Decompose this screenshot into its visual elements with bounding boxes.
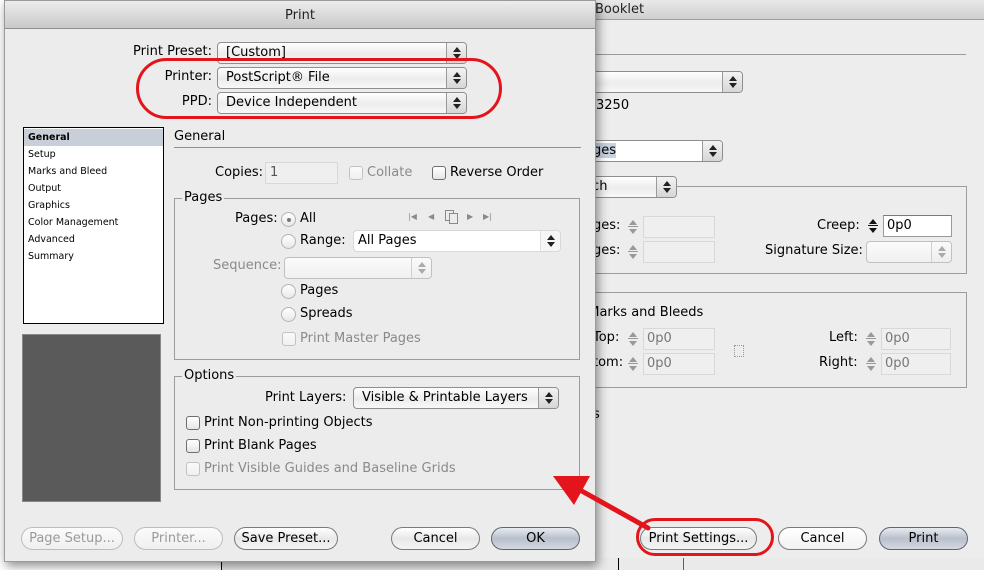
pages-label: Pages: xyxy=(235,211,278,226)
stepper-arrows-icon[interactable] xyxy=(625,353,641,375)
category-list: General Setup Marks and Bleed Output Gra… xyxy=(23,127,164,324)
signature-size-select[interactable] xyxy=(866,241,952,263)
stepper-arrows-icon[interactable] xyxy=(863,328,879,350)
cancel-button[interactable]: Cancel xyxy=(391,527,480,550)
next-page-icon[interactable]: ▶ xyxy=(467,212,473,222)
booklet-cancel-button[interactable]: Cancel xyxy=(778,527,867,550)
select-arrows-icon xyxy=(656,177,676,197)
left-stepper[interactable]: 0p0 xyxy=(863,328,951,350)
spacing-label-2: ges: xyxy=(593,243,621,258)
left-label: Left: xyxy=(829,330,858,345)
stepper-arrows-icon[interactable] xyxy=(863,353,879,375)
creep-stepper[interactable]: 0p0 xyxy=(865,215,952,237)
creep-field[interactable]: 0p0 xyxy=(883,215,952,237)
stepper-arrows-icon[interactable] xyxy=(625,241,641,263)
print-non-printing-checkbox[interactable] xyxy=(186,416,200,430)
pages-all-radio[interactable] xyxy=(281,212,296,227)
sequence-select[interactable] xyxy=(284,257,432,279)
spreads-option-label: Spreads xyxy=(300,306,353,321)
printer-button[interactable]: Printer... xyxy=(134,527,223,550)
general-section-title: General xyxy=(174,129,226,144)
select-arrows-icon xyxy=(540,231,560,251)
marks-and-bleeds-title: t Marks and Bleeds xyxy=(579,305,704,320)
top-label: Top: xyxy=(593,330,620,345)
collate-checkbox[interactable] xyxy=(349,166,363,180)
category-general[interactable]: General xyxy=(24,129,163,146)
print-non-printing-label: Print Non-printing Objects xyxy=(204,415,373,430)
booklet-window-title: Booklet xyxy=(595,2,645,17)
print-button[interactable]: Print xyxy=(879,527,968,550)
bottom-label: tom: xyxy=(593,355,624,370)
pages-group-title: Pages xyxy=(182,190,225,205)
collate-label: Collate xyxy=(367,165,413,180)
category-color-management[interactable]: Color Management xyxy=(24,214,163,231)
spacing-stepper-1[interactable] xyxy=(625,216,715,238)
stepper-arrows-icon[interactable] xyxy=(625,328,641,350)
reverse-order-checkbox[interactable] xyxy=(432,166,446,180)
print-settings-highlight xyxy=(636,518,774,556)
first-page-icon[interactable]: |◀ xyxy=(408,212,417,222)
ok-button[interactable]: OK xyxy=(491,527,580,550)
category-marks-and-bleed[interactable]: Marks and Bleed xyxy=(24,163,163,180)
print-master-pages-label: Print Master Pages xyxy=(300,331,421,346)
stepper-arrows-icon[interactable] xyxy=(625,216,641,238)
right-label: Right: xyxy=(819,355,858,370)
page-range-combo[interactable]: All Pages xyxy=(353,230,561,252)
select-arrows-icon xyxy=(411,258,431,278)
reverse-order-label: Reverse Order xyxy=(450,165,544,180)
print-blank-pages-label: Print Blank Pages xyxy=(204,438,317,453)
category-graphics[interactable]: Graphics xyxy=(24,197,163,214)
print-layers-label: Print Layers: xyxy=(265,390,347,405)
sequence-label: Sequence: xyxy=(213,258,282,273)
select-arrows-icon xyxy=(722,72,742,92)
print-preset-label: Print Preset: xyxy=(133,44,212,59)
pages-option-label: Pages xyxy=(300,283,339,298)
stepper-arrows-icon[interactable] xyxy=(865,215,881,237)
top-stepper[interactable]: 0p0 xyxy=(625,328,715,350)
previous-page-icon[interactable]: ◀ xyxy=(428,212,434,222)
category-output[interactable]: Output xyxy=(24,180,163,197)
category-setup[interactable]: Setup xyxy=(24,146,163,163)
spacing-label-1: ges: xyxy=(593,218,621,233)
category-summary[interactable]: Summary xyxy=(24,248,163,265)
pages-all-label: All xyxy=(300,211,317,226)
print-dialog-title: Print xyxy=(285,8,315,23)
spacing-stepper-2[interactable] xyxy=(625,241,715,263)
printer-ppd-highlight xyxy=(136,58,502,119)
select-arrows-icon xyxy=(538,388,558,408)
pages-range-radio[interactable] xyxy=(281,234,296,249)
booklet-printer-partial: 3250 xyxy=(596,98,630,113)
print-master-pages-checkbox[interactable] xyxy=(282,332,296,346)
spreads-option-radio[interactable] xyxy=(281,307,296,322)
print-blank-pages-checkbox[interactable] xyxy=(186,439,200,453)
select-arrows-icon xyxy=(702,141,722,161)
bottom-stepper[interactable]: 0p0 xyxy=(625,353,715,375)
link-values-icon[interactable] xyxy=(734,345,744,357)
print-guides-checkbox[interactable] xyxy=(186,462,200,476)
signature-size-label: Signature Size: xyxy=(765,243,863,258)
pages-option-radio[interactable] xyxy=(281,284,296,299)
select-arrows-icon xyxy=(931,242,951,262)
pages-range-label: Range: xyxy=(300,233,346,248)
save-preset-button[interactable]: Save Preset... xyxy=(234,527,338,550)
page-setup-button[interactable]: Page Setup... xyxy=(21,527,123,550)
page-preview xyxy=(22,334,161,502)
last-page-icon[interactable]: ▶| xyxy=(483,212,492,222)
copies-label: Copies: xyxy=(215,165,264,180)
creep-label: Creep: xyxy=(817,218,860,233)
options-group-title: Options xyxy=(182,368,237,383)
print-layers-select[interactable]: Visible & Printable Layers xyxy=(353,387,559,409)
category-advanced[interactable]: Advanced xyxy=(24,231,163,248)
right-stepper[interactable]: 0p0 xyxy=(863,353,951,375)
print-guides-label: Print Visible Guides and Baseline Grids xyxy=(204,461,456,476)
general-divider xyxy=(174,147,581,148)
copies-input[interactable]: 1 xyxy=(265,162,338,184)
print-dialog-title-bar: Print xyxy=(5,1,595,29)
